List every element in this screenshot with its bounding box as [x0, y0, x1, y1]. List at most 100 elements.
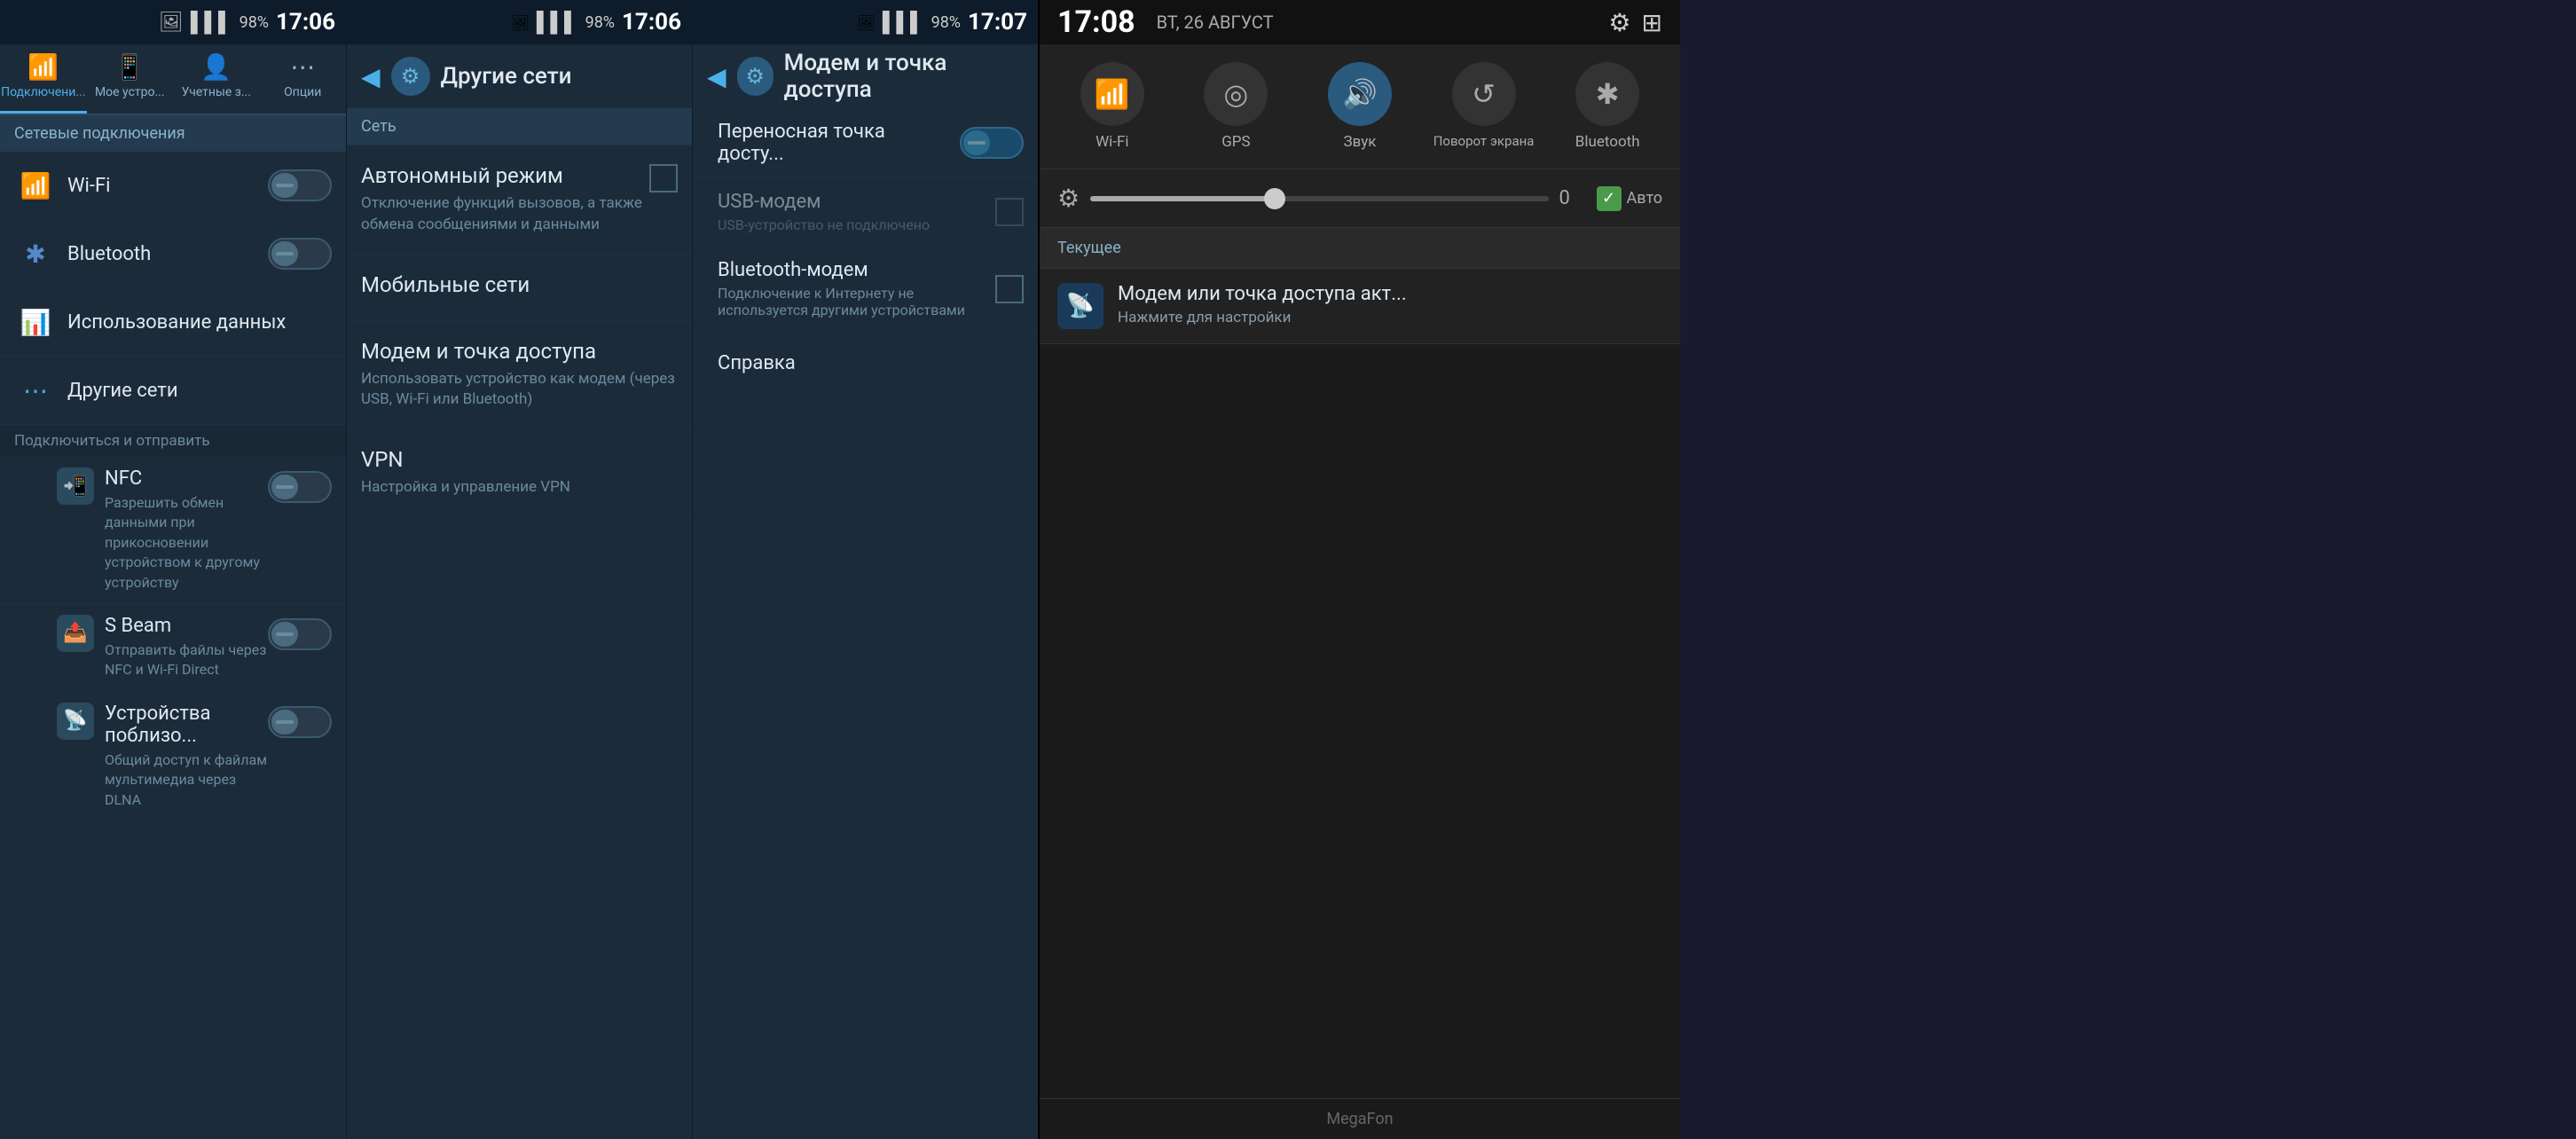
- wifi-icon: 📶: [14, 164, 57, 207]
- modem-hotspot-title: Модем и точка доступа: [361, 339, 678, 364]
- status-bar-2: 🖼 ▌▌▌ 98% 17:06: [347, 0, 692, 44]
- nearby-devices-setting[interactable]: 📡 Устройства поблизо... Общий доступ к ф…: [0, 692, 346, 821]
- other-networks-setting[interactable]: ⋯ Другие сети: [0, 357, 346, 425]
- settings-gear-3: ⚙: [737, 57, 774, 96]
- top-tabs: 📶 Подключени... 📱 Мое устро... 👤 Учетные…: [0, 44, 346, 115]
- bt-modem-checkbox[interactable]: [995, 275, 1024, 303]
- back-button-3[interactable]: ◀: [707, 62, 726, 91]
- panel-modem-hotspot: 🖼 ▌▌▌ 98% 17:07 ◀ ⚙ Модем и точка доступ…: [692, 0, 1038, 1139]
- help-item[interactable]: Справка: [693, 332, 1038, 396]
- status-bar-3: 🖼 ▌▌▌ 98% 17:07: [693, 0, 1038, 44]
- rotate-qt-icon: ↺: [1452, 62, 1516, 126]
- sbeam-icon: 📤: [57, 615, 94, 652]
- wifi-toggle-knob: [271, 173, 298, 198]
- notif-desc: Нажмите для настройки: [1118, 309, 1662, 326]
- battery-3: 98%: [931, 13, 961, 32]
- nfc-setting[interactable]: 📲 NFC Разрешить обмен данными при прикос…: [0, 457, 346, 604]
- bt-modem-title: Bluetooth-модем: [718, 259, 985, 281]
- wifi-label: Wi-Fi: [67, 175, 257, 197]
- modem-hotspot-title: Модем и точка доступа: [784, 50, 1024, 103]
- sbeam-title: S Beam: [105, 615, 268, 637]
- device-icon: 📱: [114, 52, 145, 82]
- wifi-qt-label: Wi-Fi: [1096, 133, 1128, 151]
- mobile-networks-item[interactable]: Мобильные сети: [347, 255, 692, 321]
- panel-quick-settings: 17:08 ВТ, 26 АВГУСТ ⚙ ⊞ 📶 Wi-Fi ◎ GPS 🔊 …: [1038, 0, 1680, 1139]
- nfc-desc: Разрешить обмен данными при прикосновени…: [105, 493, 268, 593]
- bluetooth-toggle[interactable]: [268, 238, 332, 270]
- nearby-title: Устройства поблизо...: [105, 703, 268, 747]
- brightness-slider[interactable]: [1090, 196, 1548, 201]
- clock-3: 17:07: [968, 9, 1027, 35]
- data-usage-setting[interactable]: 📊 Использование данных: [0, 288, 346, 357]
- hotspot-item[interactable]: Переносная точка досту...: [693, 108, 1038, 178]
- signal-icon-3: ▌▌▌: [883, 11, 924, 34]
- vpn-desc: Настройка и управление VPN: [361, 477, 678, 499]
- settings-gear-brightness[interactable]: ⚙: [1057, 184, 1080, 213]
- airplane-desc: Отключение функций вызовов, а также обме…: [361, 193, 678, 236]
- sound-quick-toggle[interactable]: 🔊 Звук: [1301, 62, 1418, 151]
- other-networks-title: Другие сети: [441, 63, 572, 90]
- options-icon: ⋯: [290, 52, 315, 82]
- modem-hotspot-item[interactable]: Модем и точка доступа Использовать устро…: [347, 321, 692, 430]
- back-button-2[interactable]: ◀: [361, 62, 381, 91]
- clock-4: 17:08: [1057, 4, 1135, 40]
- other-networks-icon: ⋯: [14, 369, 57, 412]
- wifi-toggle[interactable]: [268, 169, 332, 201]
- brightness-row: ⚙ 0 ✓ Авто: [1040, 169, 1680, 228]
- tab-device[interactable]: 📱 Мое устро...: [87, 44, 174, 114]
- bluetooth-qt-icon: ✱: [1575, 62, 1639, 126]
- tab-accounts[interactable]: 👤 Учетные з...: [173, 44, 260, 114]
- settings-icon[interactable]: ⚙: [1608, 8, 1630, 37]
- vpn-item[interactable]: VPN Настройка и управление VPN: [347, 429, 692, 517]
- bt-modem-desc: Подключение к Интернету не используется …: [718, 285, 985, 318]
- connections-icon: 📶: [27, 52, 59, 82]
- other-networks-label: Другие сети: [67, 380, 321, 402]
- sbeam-desc: Отправить файлы через NFC и Wi-Fi Direct: [105, 640, 268, 680]
- sbeam-toggle[interactable]: [268, 618, 332, 650]
- screenshot-icon-3: 🖼: [858, 14, 876, 31]
- bluetooth-setting[interactable]: ✱ Bluetooth: [0, 220, 346, 288]
- battery-1: 98%: [240, 13, 269, 32]
- tab-connections[interactable]: 📶 Подключени...: [0, 44, 87, 114]
- notification-item-hotspot[interactable]: 📡 Модем или точка доступа акт... Нажмите…: [1040, 269, 1680, 344]
- date-label: ВТ, 26 АВГУСТ: [1157, 12, 1274, 33]
- bt-modem-item[interactable]: Bluetooth-модем Подключение к Интернету …: [693, 247, 1038, 332]
- bluetooth-qt-label: Bluetooth: [1575, 133, 1640, 151]
- grid-icon[interactable]: ⊞: [1642, 8, 1662, 37]
- notif-title: Модем или точка доступа акт...: [1118, 283, 1662, 305]
- bluetooth-quick-toggle[interactable]: ✱ Bluetooth: [1549, 62, 1666, 151]
- tab-options[interactable]: ⋯ Опции: [260, 44, 347, 114]
- wifi-qt-icon: 📶: [1080, 62, 1144, 126]
- tab-device-label: Мое устро...: [95, 85, 165, 99]
- nearby-toggle[interactable]: [268, 706, 332, 738]
- nfc-toggle[interactable]: [268, 471, 332, 503]
- sound-qt-label: Звук: [1344, 133, 1377, 151]
- wifi-setting[interactable]: 📶 Wi-Fi: [0, 152, 346, 220]
- airplane-title: Автономный режим: [361, 163, 563, 188]
- auto-brightness-check[interactable]: ✓ Авто: [1597, 186, 1662, 211]
- data-usage-label: Использование данных: [67, 311, 321, 334]
- sbeam-setting[interactable]: 📤 S Beam Отправить файлы через NFC и Wi-…: [0, 604, 346, 692]
- battery-2: 98%: [585, 13, 615, 32]
- carrier-label: MegaFon: [1326, 1110, 1393, 1128]
- usb-modem-desc: USB-устройство не подключено: [718, 216, 985, 233]
- vpn-title: VPN: [361, 447, 678, 472]
- gps-qt-label: GPS: [1221, 133, 1250, 151]
- tab-accounts-label: Учетные з...: [182, 85, 251, 99]
- bluetooth-label: Bluetooth: [67, 243, 257, 265]
- bluetooth-icon: ✱: [14, 232, 57, 275]
- screenshot-icon-2: 🖼: [512, 14, 530, 31]
- wifi-quick-toggle[interactable]: 📶 Wi-Fi: [1054, 62, 1171, 151]
- rotate-quick-toggle[interactable]: ↺ Поворот экрана: [1425, 62, 1543, 151]
- gps-quick-toggle[interactable]: ◎ GPS: [1178, 62, 1295, 151]
- airplane-checkbox[interactable]: [649, 164, 678, 192]
- nfc-title: NFC: [105, 467, 268, 490]
- help-label: Справка: [718, 352, 1013, 374]
- panel-network-settings: 🖼 ▌▌▌ 98% 17:06 📶 Подключени... 📱 Мое ус…: [0, 0, 346, 1139]
- hotspot-toggle[interactable]: [960, 127, 1024, 159]
- hotspot-notif-icon: 📡: [1057, 283, 1103, 329]
- clock-1: 17:06: [276, 9, 335, 35]
- gps-qt-icon: ◎: [1204, 62, 1268, 126]
- usb-modem-checkbox: [995, 198, 1024, 226]
- airplane-mode-item[interactable]: Автономный режим Отключение функций вызо…: [347, 145, 692, 255]
